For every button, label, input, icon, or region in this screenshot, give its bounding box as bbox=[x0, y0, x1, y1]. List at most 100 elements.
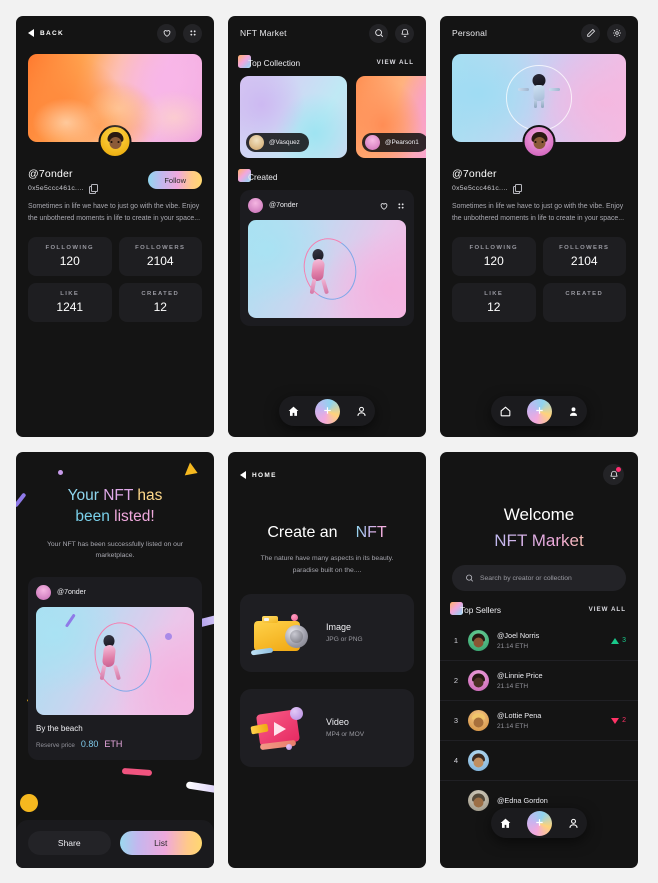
share-button[interactable]: Share bbox=[28, 831, 111, 855]
top-sellers-title: Top Sellers bbox=[460, 605, 502, 615]
back-button[interactable]: BACK bbox=[28, 29, 64, 37]
heart-button[interactable] bbox=[157, 23, 176, 43]
avatar-eye-left bbox=[534, 141, 537, 143]
list-button[interactable]: List bbox=[119, 831, 202, 855]
notification-dot bbox=[616, 467, 621, 472]
welcome-heading: Welcome bbox=[503, 505, 575, 524]
market-header: NFT Market bbox=[228, 16, 426, 50]
stat-following[interactable]: FOLLOWING 120 bbox=[452, 237, 536, 277]
stat-like[interactable]: LIKE 1241 bbox=[28, 283, 112, 323]
seller-badge-up: 3 bbox=[611, 637, 626, 644]
market-title: NFT Market bbox=[240, 28, 287, 38]
stat-created[interactable]: CREATED bbox=[542, 283, 626, 323]
stat-created[interactable]: CREATED 12 bbox=[118, 283, 202, 323]
seller-info bbox=[497, 759, 626, 762]
avatar-eye-right bbox=[117, 141, 120, 143]
created-title: Created bbox=[248, 172, 278, 182]
profile-avatar[interactable] bbox=[98, 125, 132, 158]
screen-listed: Your NFT has been listed! Your NFT has b… bbox=[16, 452, 214, 868]
home-icon[interactable] bbox=[499, 817, 512, 830]
notifications-button[interactable] bbox=[603, 464, 624, 485]
stat-label: LIKE bbox=[484, 291, 504, 298]
profile-bio: Sometimes in life we have to just go wit… bbox=[28, 203, 200, 223]
notifications-button[interactable] bbox=[395, 23, 414, 43]
home-back-button[interactable]: HOME bbox=[240, 471, 277, 479]
top-collection-view-all[interactable]: VIEW ALL bbox=[377, 58, 414, 67]
edit-button[interactable] bbox=[581, 23, 600, 43]
seller-row[interactable]: 3 @Lottie Pena 21.14 ETH 2 bbox=[440, 701, 638, 741]
heart-icon[interactable] bbox=[379, 201, 389, 211]
search-button[interactable] bbox=[369, 23, 388, 43]
astronaut-leg-right bbox=[320, 279, 329, 295]
camera-icon bbox=[250, 613, 308, 656]
copy-icon[interactable] bbox=[512, 184, 523, 194]
seller-rank: 2 bbox=[453, 676, 459, 685]
stat-label: FOLLOWING bbox=[469, 245, 519, 252]
seller-avatar bbox=[468, 670, 489, 691]
created-card-user[interactable]: @7onder bbox=[248, 198, 298, 213]
creator-name: @Pearson1 bbox=[385, 139, 419, 146]
stat-value: 2104 bbox=[570, 254, 598, 269]
add-button[interactable] bbox=[314, 398, 340, 424]
stat-followers[interactable]: FOLLOWERS 2104 bbox=[542, 237, 626, 277]
grid-button[interactable] bbox=[183, 23, 202, 43]
seller-row[interactable]: 4 bbox=[440, 741, 638, 781]
screen-profile: BACK @7onder 0x5e5ccc461c.... Follow Som… bbox=[16, 16, 214, 437]
camera-lens bbox=[285, 624, 308, 648]
created-card-header: @7onder bbox=[248, 198, 406, 213]
stat-followers[interactable]: FOLLOWERS 2104 bbox=[118, 237, 202, 277]
stat-value: 12 bbox=[487, 300, 501, 315]
created-card-username: @7onder bbox=[269, 202, 298, 209]
profile-address-row[interactable]: 0x5e5ccc461c.... bbox=[28, 184, 99, 194]
seller-row[interactable]: 2 @Linnie Price 21.14 ETH bbox=[440, 661, 638, 701]
person-icon[interactable] bbox=[567, 817, 580, 830]
profile-header-actions bbox=[157, 23, 202, 43]
personal-address-row[interactable]: 0x5e5ccc461c.... bbox=[452, 184, 626, 194]
search-bar[interactable] bbox=[452, 565, 626, 591]
copy-icon[interactable] bbox=[88, 184, 99, 194]
avatar-skin bbox=[109, 137, 121, 150]
stat-value: 120 bbox=[59, 254, 80, 269]
avatar-eye-right bbox=[541, 141, 544, 143]
home-icon[interactable] bbox=[287, 405, 300, 418]
heart-icon bbox=[163, 30, 170, 37]
collection-card[interactable]: @Pearson1 bbox=[356, 76, 426, 158]
screen-personal: Personal @7onder 0x5e5ccc461c.... Someti… bbox=[440, 16, 638, 437]
person-icon[interactable] bbox=[567, 405, 580, 418]
collection-card[interactable]: @Vasquez bbox=[240, 76, 347, 158]
home-icon[interactable] bbox=[499, 405, 512, 418]
option-image[interactable]: Image JPG or PNG bbox=[240, 593, 414, 672]
bottom-nav bbox=[491, 396, 587, 426]
add-button[interactable] bbox=[526, 398, 552, 424]
screen-create: HOME Create an NFT The nature have many a… bbox=[228, 452, 426, 868]
personal-stats: FOLLOWING 120 FOLLOWERS 2104 LIKE 12 CRE… bbox=[452, 237, 626, 323]
astronaut-figure bbox=[97, 635, 121, 689]
add-button[interactable] bbox=[526, 810, 552, 836]
listed-card-user[interactable]: @7onder bbox=[36, 584, 194, 600]
listed-nft-card[interactable]: @7onder By the beach Reserve price 0.80 … bbox=[28, 576, 202, 760]
grid-dots-icon[interactable] bbox=[396, 201, 406, 211]
top-sellers-view-all[interactable]: VIEW ALL bbox=[589, 605, 626, 614]
option-video-text: Video MP4 or MOV bbox=[326, 717, 364, 738]
search-input[interactable] bbox=[479, 574, 613, 582]
confetti-ribbon bbox=[121, 767, 153, 777]
title-word-nft: NFT bbox=[103, 487, 134, 504]
title-word-been: been bbox=[75, 507, 110, 525]
title-word-listed: listed! bbox=[114, 507, 155, 525]
bottom-nav bbox=[279, 396, 375, 426]
title-word-your: Your bbox=[67, 487, 99, 504]
settings-button[interactable] bbox=[607, 23, 626, 43]
stat-like[interactable]: LIKE 12 bbox=[452, 283, 536, 323]
personal-avatar[interactable] bbox=[522, 125, 556, 158]
person-icon[interactable] bbox=[355, 405, 368, 418]
collection-carousel[interactable]: @Vasquez @Pearson1 bbox=[228, 68, 426, 158]
price-currency: ETH bbox=[104, 738, 123, 749]
stat-following[interactable]: FOLLOWING 120 bbox=[28, 237, 112, 277]
stat-label: CREATED bbox=[565, 291, 604, 298]
seller-row[interactable]: 1 @Joel Norris 21.14 ETH 3 bbox=[440, 621, 638, 661]
bell-icon bbox=[400, 28, 409, 38]
option-video[interactable]: Video MP4 or MOV bbox=[240, 688, 414, 767]
created-nft-card[interactable]: @7onder bbox=[240, 190, 414, 326]
triangle-down-icon bbox=[611, 717, 620, 724]
follow-button[interactable]: Follow bbox=[148, 171, 202, 189]
